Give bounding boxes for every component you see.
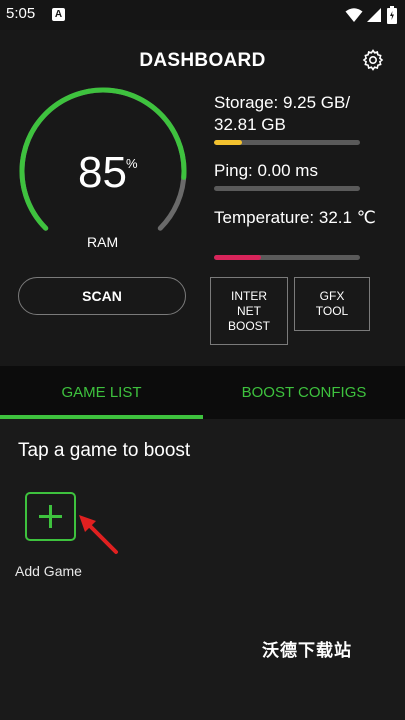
storage-label: Storage: 9.25 GB/ 32.81 GB xyxy=(214,93,351,134)
battery-icon xyxy=(387,6,397,24)
ping-label: Ping: 0.00 ms xyxy=(214,161,318,180)
temperature-label: Temperature: 32.1 ℃ xyxy=(214,208,376,227)
ram-value: 85 xyxy=(78,148,127,197)
temperature-progress-bar xyxy=(214,255,360,260)
wifi-icon xyxy=(345,8,363,22)
storage-progress-bar xyxy=(214,140,360,145)
plus-icon xyxy=(39,505,62,528)
ram-label: RAM xyxy=(87,234,119,250)
status-time: 5:05 xyxy=(6,5,36,22)
ping-progress-bar xyxy=(214,186,360,191)
watermark-text: 沃德下载站 xyxy=(262,641,352,660)
gear-icon[interactable] xyxy=(361,48,385,72)
tab-boost-configs[interactable]: BOOST CONFIGS xyxy=(203,366,405,419)
temperature-progress-fill xyxy=(214,255,261,260)
tab-bar: GAME LIST BOOST CONFIGS xyxy=(0,366,405,419)
tab-game-list[interactable]: GAME LIST xyxy=(0,366,203,419)
scan-button[interactable]: SCAN xyxy=(18,277,186,315)
add-game-button[interactable] xyxy=(25,492,76,541)
notification-icon: A xyxy=(52,8,65,21)
add-game-label: Add Game xyxy=(15,563,82,579)
signal-icon xyxy=(367,8,381,22)
page-title: DASHBOARD xyxy=(139,50,266,71)
storage-progress-fill xyxy=(214,140,242,145)
red-arrow-annotation xyxy=(79,515,118,554)
internet-boost-button[interactable]: INTER NET BOOST xyxy=(210,277,288,345)
ram-unit: % xyxy=(126,156,138,171)
hint-text: Tap a game to boost xyxy=(18,440,191,461)
gfx-tool-button[interactable]: GFX TOOL xyxy=(294,277,370,331)
notification-glyph: A xyxy=(54,9,63,20)
